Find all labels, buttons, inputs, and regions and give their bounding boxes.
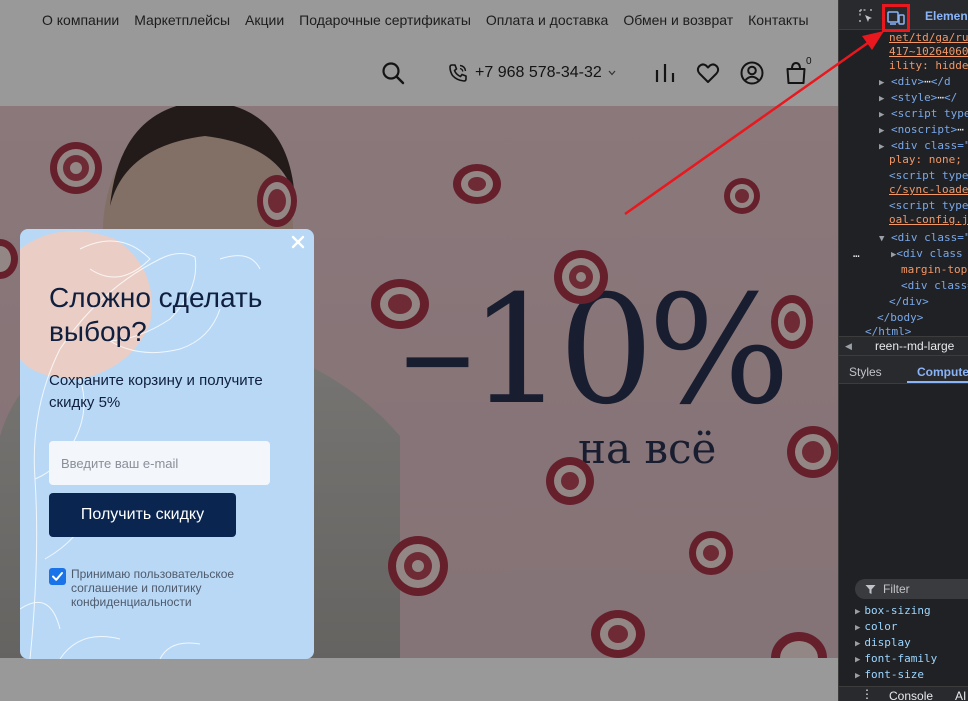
- tab-computed[interactable]: Compute: [917, 365, 968, 379]
- property-name: font-family: [864, 652, 938, 665]
- inspect-element-icon[interactable]: [859, 9, 873, 23]
- property-name: color: [864, 620, 898, 633]
- dom-tag: <script type: [889, 199, 968, 212]
- computed-property[interactable]: ▶ font-size: [855, 668, 924, 681]
- dom-tree-line[interactable]: <div class=: [901, 278, 968, 294]
- dom-tree-line[interactable]: …: [853, 246, 860, 262]
- dom-tree-line[interactable]: ▶ <div>⋯</d: [879, 74, 951, 90]
- collapse-triangle-icon[interactable]: ▼: [879, 234, 884, 244]
- dom-tree-line[interactable]: </div>: [889, 294, 929, 310]
- email-field[interactable]: [49, 441, 270, 485]
- dom-tree-line[interactable]: c/sync-loade: [889, 182, 968, 198]
- consent-checkbox-row: Принимаю пользовательское соглашение и п…: [49, 567, 289, 609]
- expand-triangle-icon[interactable]: ▶: [879, 110, 884, 120]
- dom-tree-line[interactable]: ▶ <style>⋯</: [879, 90, 957, 106]
- dom-tag: <noscript>: [891, 123, 958, 136]
- dom-tag: <div class=": [891, 139, 968, 152]
- property-name: box-sizing: [864, 604, 931, 617]
- checkmark-icon: [52, 572, 63, 581]
- computed-property[interactable]: ▶ color: [855, 620, 898, 633]
- device-toolbar-toggle[interactable]: [882, 4, 910, 32]
- drawer-tabs: ⋮ Console AI: [839, 686, 968, 701]
- expand-triangle-icon: ▶: [855, 639, 861, 649]
- breadcrumb-item[interactable]: reen--md-large: [875, 337, 954, 355]
- expand-triangle-icon[interactable]: ▶: [879, 94, 884, 104]
- dom-tag: <div class=": [891, 231, 968, 244]
- dom-tree-line[interactable]: margin-top: [901, 262, 967, 278]
- computed-box-model-area: [839, 384, 968, 576]
- dom-tag: <div>: [891, 75, 925, 88]
- more-options-icon[interactable]: ⋮: [861, 687, 873, 701]
- dom-tag: <div class: [896, 247, 963, 260]
- expand-triangle-icon: ▶: [855, 655, 861, 665]
- dom-tree[interactable]: net/td/ga/ru 417~10264060 ility: hidde ▶…: [839, 30, 968, 338]
- ellipsis-icon: ⋯: [957, 123, 964, 136]
- device-mode-icon: [887, 11, 905, 25]
- property-name: font-size: [864, 668, 925, 681]
- dom-tree-line[interactable]: ility: hidde: [889, 58, 968, 74]
- computed-property[interactable]: ▶ font-family: [855, 652, 937, 665]
- expand-triangle-icon: ▶: [855, 623, 861, 633]
- dom-tree-line[interactable]: oal-config.j: [889, 212, 968, 228]
- dom-tree-line[interactable]: ▶ <script type: [879, 106, 968, 122]
- styles-subtabs: Styles Compute: [839, 356, 968, 384]
- dom-tag: </d: [930, 75, 951, 88]
- close-icon[interactable]: [290, 234, 306, 250]
- expand-triangle-icon[interactable]: ▶: [879, 78, 884, 88]
- computed-property[interactable]: ▶ display: [855, 636, 911, 649]
- dom-tag: <div class=: [901, 279, 968, 292]
- active-tab-indicator: [907, 381, 968, 383]
- filter-input[interactable]: Filter: [855, 579, 968, 599]
- devtools-toolbar: Elemen: [839, 0, 968, 32]
- consent-checkbox[interactable]: [49, 568, 66, 585]
- consent-label: Принимаю пользовательское соглашение и п…: [71, 567, 235, 609]
- tab-elements[interactable]: Elemen: [925, 9, 968, 23]
- tab-ai-assistant[interactable]: AI: [955, 689, 966, 701]
- dom-tag: </: [944, 91, 958, 104]
- filter-placeholder: Filter: [883, 582, 910, 596]
- dom-tree-line[interactable]: play: none;: [889, 152, 962, 168]
- computed-property[interactable]: ▶ box-sizing: [855, 604, 931, 617]
- expand-triangle-icon[interactable]: ▶: [879, 142, 884, 152]
- get-discount-button[interactable]: Получить скидку: [49, 493, 236, 537]
- expand-triangle-icon: ▶: [855, 607, 861, 617]
- dom-tag: <style>: [891, 91, 938, 104]
- popup-title: Сложно сделать выбор?: [49, 282, 263, 347]
- filter-icon: [865, 585, 876, 594]
- expand-triangle-icon: ▶: [855, 671, 861, 681]
- tab-styles[interactable]: Styles: [849, 365, 882, 379]
- devtools-panel: Elemen net/td/ga/ru 417~10264060 ility: …: [838, 0, 968, 701]
- dom-tag: <script type: [889, 169, 968, 182]
- property-name: display: [864, 636, 911, 649]
- dom-tree-line[interactable]: ▼ <div class=": [879, 230, 968, 246]
- dom-tree-line[interactable]: ▶<div class: [891, 246, 963, 262]
- tab-console[interactable]: Console: [889, 689, 933, 701]
- ellipsis-icon: ⋯: [924, 75, 931, 88]
- breadcrumb-back-icon[interactable]: ◀: [845, 337, 852, 355]
- dom-tree-line[interactable]: ▶ <noscript>⋯: [879, 122, 964, 138]
- website-viewport: О компании Маркетплейсы Акции Подарочные…: [0, 0, 838, 701]
- dom-tag: <script type: [891, 107, 968, 120]
- expand-triangle-icon[interactable]: ▶: [879, 126, 884, 136]
- cart-save-popup: Сложно сделать выбор? Сохраните корзину …: [20, 229, 314, 659]
- dom-breadcrumb: ◀ reen--md-large: [839, 336, 968, 356]
- popup-description: Сохраните корзину и получите скидку 5%: [49, 372, 263, 411]
